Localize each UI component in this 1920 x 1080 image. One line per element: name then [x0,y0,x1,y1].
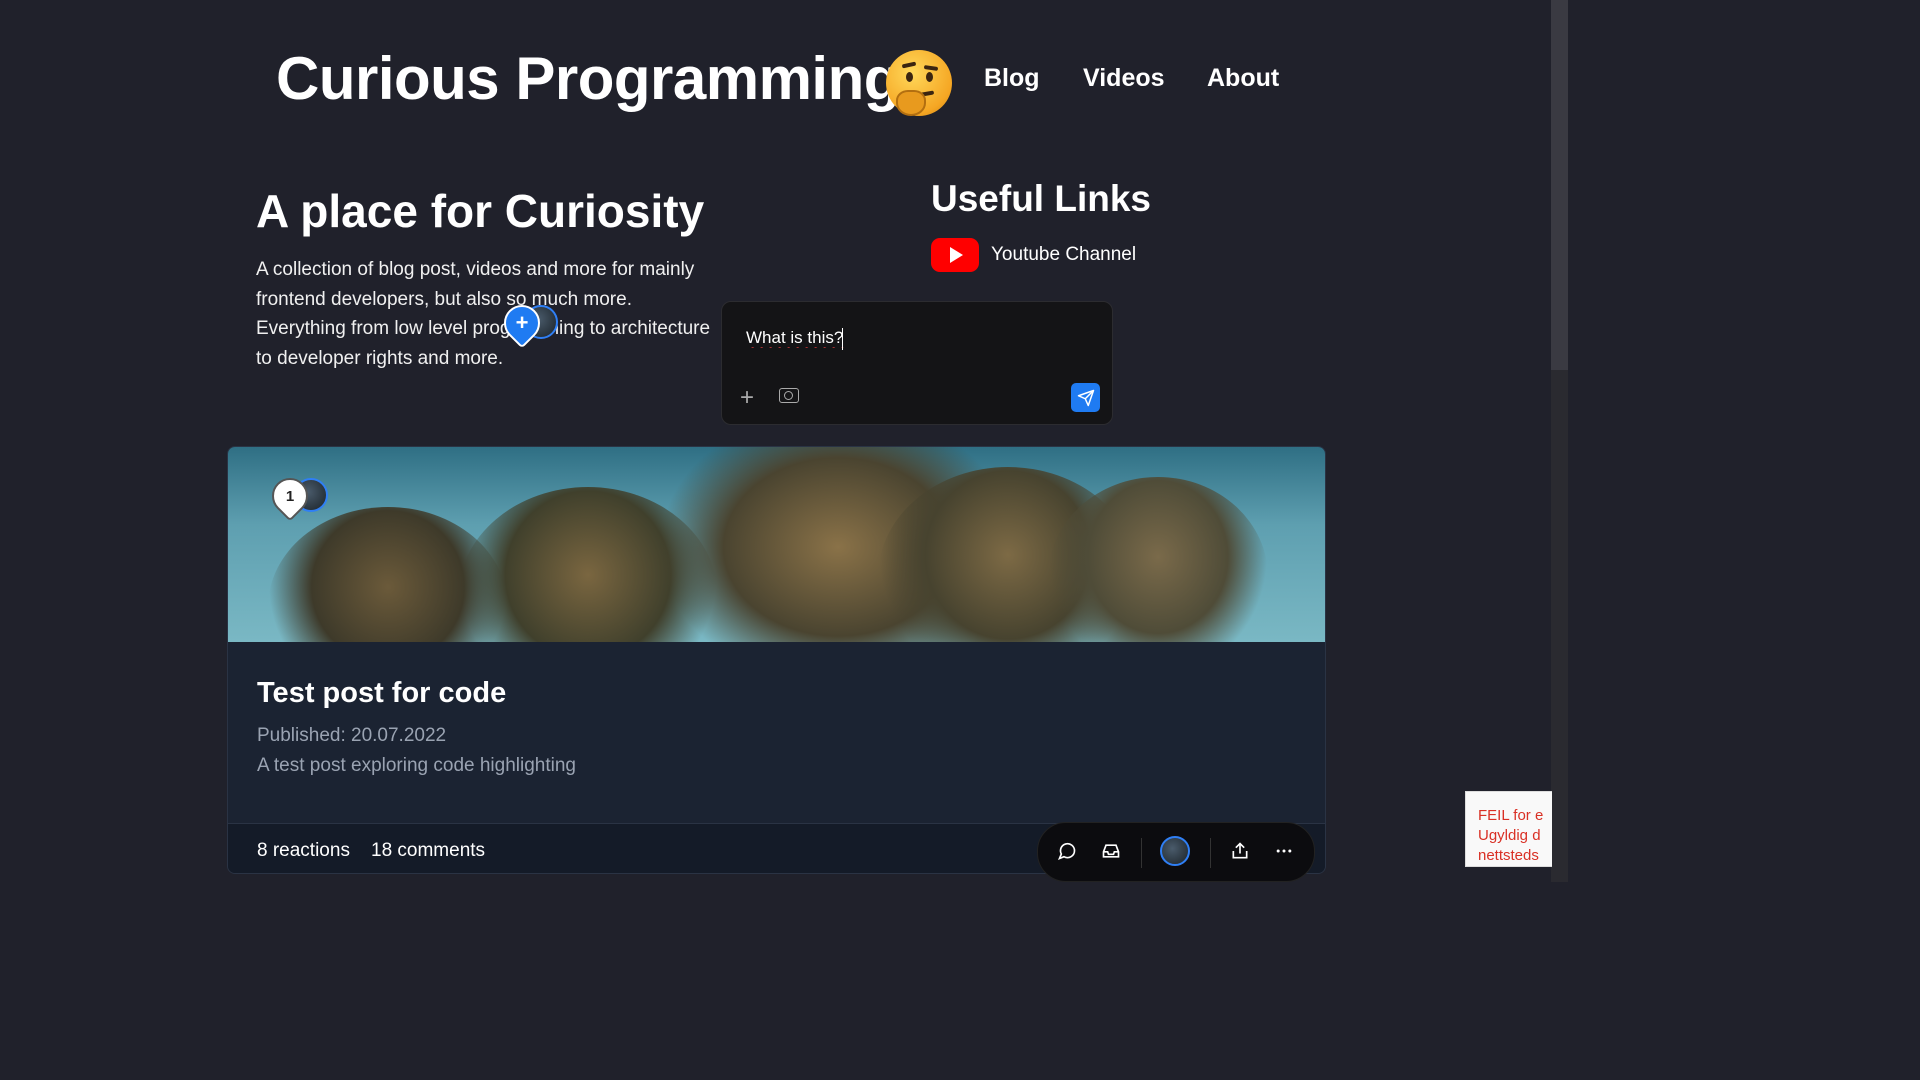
recaptcha-error-line: nettsteds [1478,847,1539,864]
nav-videos-link[interactable]: Videos [1083,64,1165,93]
scrollbar-thumb[interactable] [1551,0,1568,370]
comment-composer: + [721,301,1113,425]
reactions-count[interactable]: 8 reactions [257,840,350,862]
post-cover-image [228,447,1325,642]
camera-icon[interactable] [779,388,799,403]
hero-description: A collection of blog post, videos and mo… [256,259,711,369]
toolbar-divider [1210,838,1211,868]
nav-about-link[interactable]: About [1207,64,1279,93]
inbox-icon[interactable] [1100,840,1122,862]
recaptcha-error-line: FEIL for e [1478,807,1544,824]
post-published-date: Published: 20.07.2022 [257,725,447,746]
hero-title: A place for Curiosity [256,185,705,237]
share-icon[interactable] [1229,840,1251,862]
nav-blog-link[interactable]: Blog [984,64,1040,93]
youtube-icon [931,238,979,272]
recaptcha-error-badge[interactable]: FEIL for e Ugyldig d nettsteds [1465,791,1552,867]
toolbar-divider [1141,838,1142,868]
floating-toolbar [1037,822,1315,882]
send-button[interactable] [1071,383,1100,412]
youtube-channel-link[interactable]: Youtube Channel [931,238,1136,272]
post-description: A test post exploring code highlighting [257,755,576,776]
text-caret [842,328,843,350]
useful-links-title: Useful Links [931,178,1151,219]
avatar[interactable] [1160,836,1190,866]
comments-count[interactable]: 18 comments [371,840,485,862]
more-icon[interactable] [1273,840,1295,862]
thinking-face-icon [886,50,952,116]
recaptcha-error-line: Ugyldig d [1478,827,1541,844]
send-icon [1077,389,1094,406]
youtube-channel-label: Youtube Channel [991,244,1137,265]
post-card[interactable]: Test post for code Published: 20.07.2022… [227,446,1326,874]
comment-pin-icon: 1 [285,487,295,505]
site-title[interactable]: Curious Programming [276,44,900,113]
comment-input[interactable] [746,328,1046,348]
post-title[interactable]: Test post for code [257,677,506,710]
comment-icon[interactable] [1056,840,1078,862]
add-comment-icon: + [515,310,529,335]
plus-icon[interactable]: + [740,386,754,410]
